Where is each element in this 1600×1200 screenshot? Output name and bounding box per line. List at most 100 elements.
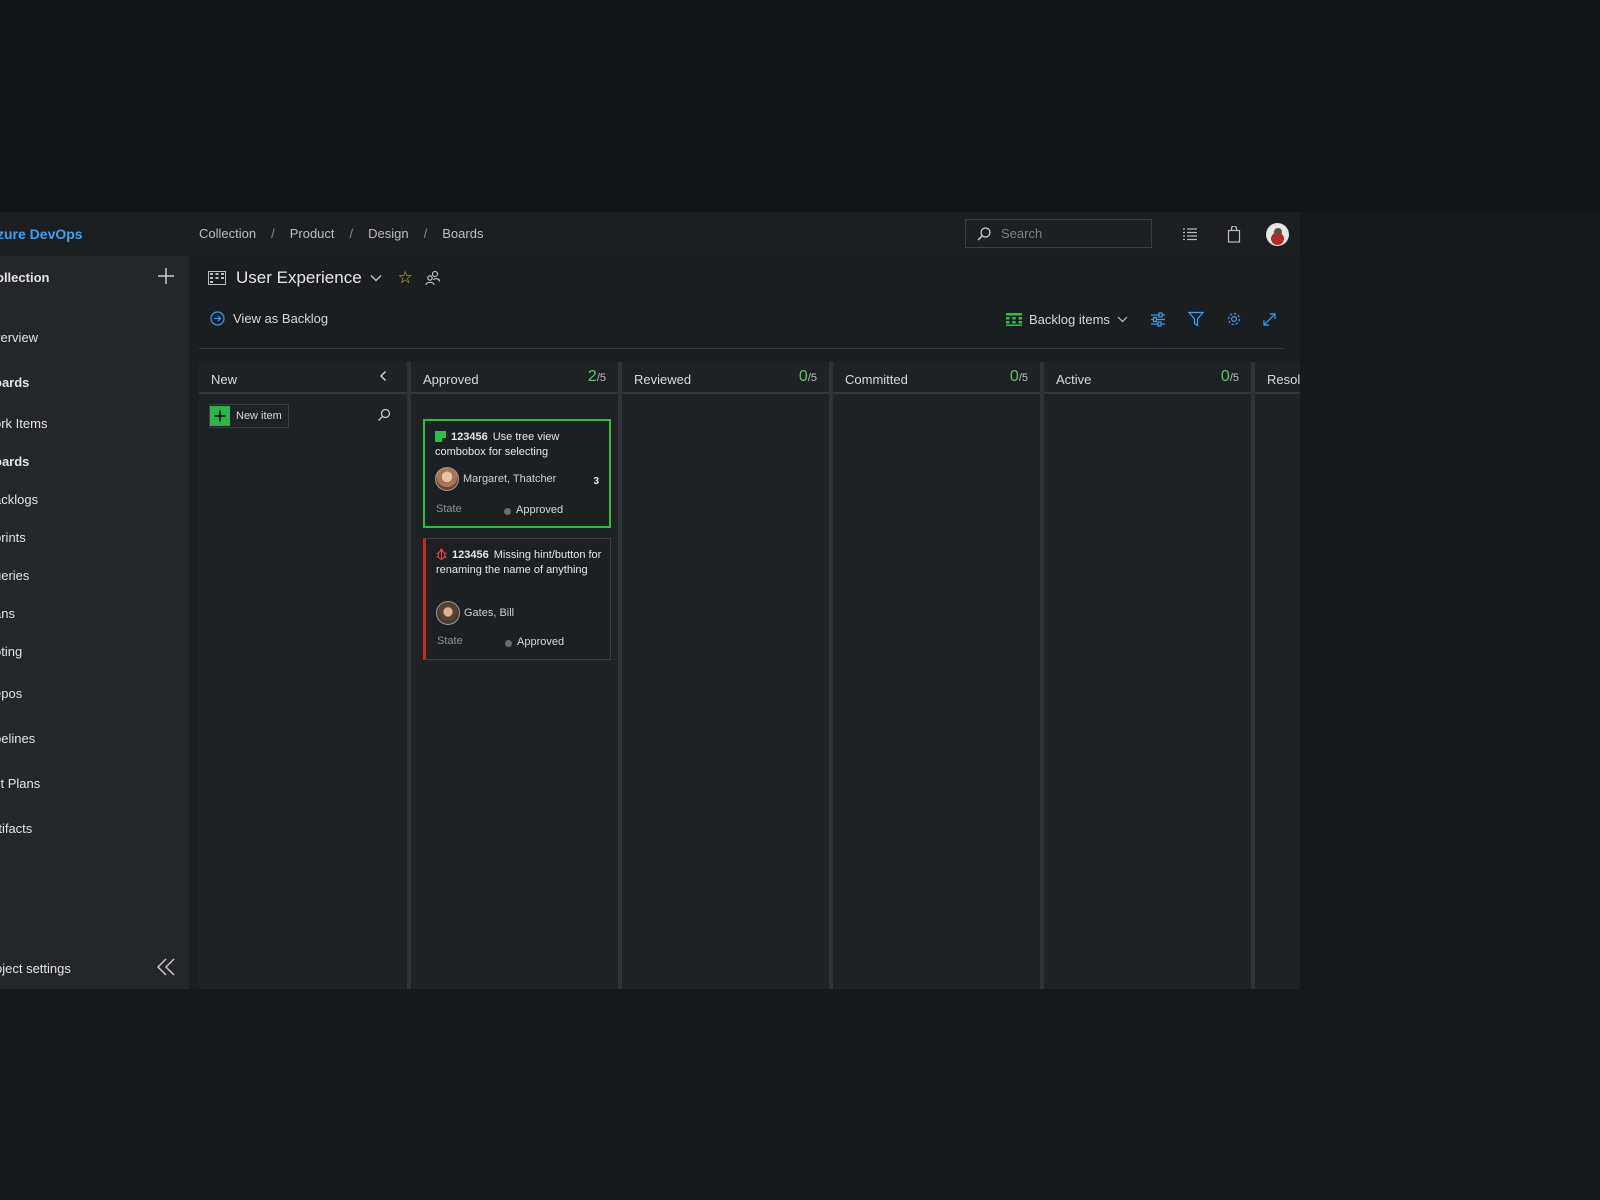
task-list-icon[interactable] xyxy=(1180,224,1200,244)
shopping-bag-icon[interactable] xyxy=(1224,224,1244,244)
gear-icon[interactable] xyxy=(1226,311,1242,327)
add-icon[interactable] xyxy=(156,266,176,286)
breadcrumb-product[interactable]: Product xyxy=(290,226,335,241)
team-members-icon[interactable] xyxy=(425,270,441,286)
backdrop-top xyxy=(0,0,1600,212)
state-field-label: State xyxy=(436,503,462,515)
column-title: New xyxy=(211,372,238,387)
child-count-badge: 3 xyxy=(593,476,599,487)
breadcrumb-separator: / xyxy=(349,226,354,241)
column-title: Active xyxy=(1056,372,1092,387)
column-title: Approved xyxy=(423,372,479,387)
board-icon xyxy=(208,271,226,285)
avatar xyxy=(435,467,459,491)
column-header: Reviewed 0/5 xyxy=(622,362,829,394)
column-title: Resolv xyxy=(1267,372,1300,387)
backdrop-bottom xyxy=(0,989,1600,1200)
arrow-circle-right-icon xyxy=(210,311,225,326)
sidebar-item-work-items[interactable]: ork Items xyxy=(0,416,47,431)
state-field-value[interactable]: Approved xyxy=(517,636,564,648)
work-item-card[interactable]: 123456 Missing hint/button for renaming t… xyxy=(423,538,611,660)
card-title: 123456 Use tree view combobox for selecti… xyxy=(435,431,560,458)
chevron-down-icon[interactable] xyxy=(370,274,382,282)
user-avatar[interactable] xyxy=(1266,223,1289,246)
search-icon xyxy=(977,226,991,240)
state-field-label: State xyxy=(437,635,463,647)
page-title[interactable]: User Experience xyxy=(236,268,362,288)
wip-count: 0/5 xyxy=(1220,368,1239,385)
column-resolved: Resolv xyxy=(1255,362,1300,989)
sidebar-item-pipelines[interactable]: pelines xyxy=(0,731,35,746)
collection-name[interactable]: ollection xyxy=(0,270,49,285)
state-field-value[interactable]: Approved xyxy=(516,504,563,516)
state-dot xyxy=(504,508,511,515)
backlog-item-icon xyxy=(435,431,446,442)
column-title: Committed xyxy=(845,372,908,387)
column-header: Resolv xyxy=(1255,362,1300,394)
wip-count: 0/5 xyxy=(798,368,817,385)
new-item-button[interactable]: New item xyxy=(209,404,289,428)
backlog-level-label: Backlog items xyxy=(1029,311,1110,327)
sidebar-item-overview[interactable]: verview xyxy=(0,330,38,345)
column-header: Active 0/5 xyxy=(1044,362,1251,394)
settings-sliders-icon[interactable] xyxy=(1150,311,1166,327)
chevron-left-icon[interactable] xyxy=(379,370,388,382)
search-icon[interactable] xyxy=(377,408,391,422)
column-header: New xyxy=(199,362,407,394)
sidebar-item-boards[interactable]: oards xyxy=(0,454,29,469)
filter-icon[interactable] xyxy=(1187,311,1204,327)
card-assignee[interactable]: Margaret, Thatcher xyxy=(463,473,556,485)
backlog-board-icon xyxy=(1006,312,1022,326)
avatar xyxy=(436,601,460,625)
sidebar-item-plans[interactable]: ans xyxy=(0,606,15,621)
sidebar-item-artifacts[interactable]: rtifacts xyxy=(0,821,32,836)
column-title: Reviewed xyxy=(634,372,692,387)
breadcrumb-separator: / xyxy=(423,226,428,241)
sidebar-item-voting[interactable]: oting xyxy=(0,644,22,659)
brand-logo-text[interactable]: zure DevOps xyxy=(0,226,83,242)
state-dot xyxy=(505,640,512,647)
wip-count: 0/5 xyxy=(1009,368,1028,385)
new-item-label: New item xyxy=(236,410,282,422)
backlog-level-selector[interactable]: Backlog items xyxy=(1006,312,1128,327)
project-settings-link[interactable]: oject settings xyxy=(0,961,71,976)
card-assignee[interactable]: Gates, Bill xyxy=(464,607,514,619)
view-as-backlog-link[interactable]: View as Backlog xyxy=(210,311,328,326)
search-input[interactable] xyxy=(999,225,1143,242)
column-active: Active 0/5 xyxy=(1044,362,1251,989)
top-bar: zure DevOps Collection / Product / Desig… xyxy=(0,212,1300,256)
sidebar: ollection verview oards ork Items oards … xyxy=(0,256,189,989)
column-new: New New item xyxy=(199,362,407,989)
breadcrumb: Collection / Product / Design / Boards xyxy=(199,226,483,241)
search-box[interactable] xyxy=(965,219,1152,248)
header-divider xyxy=(199,348,1283,349)
sidebar-item-sprints[interactable]: prints xyxy=(0,530,26,545)
kanban-board: New New item Approved 2/5 123456 Use tre… xyxy=(199,362,1300,989)
expand-fullscreen-icon[interactable] xyxy=(1262,312,1277,327)
sidebar-item-backlogs[interactable]: acklogs xyxy=(0,492,38,507)
column-header: Committed 0/5 xyxy=(833,362,1040,394)
sidebar-item-queries[interactable]: ueries xyxy=(0,568,29,583)
page-header: User Experience ☆ xyxy=(208,268,441,288)
column-header: Approved 2/5 xyxy=(411,362,618,394)
sidebar-item-repos[interactable]: epos xyxy=(0,686,22,701)
breadcrumb-boards[interactable]: Boards xyxy=(442,226,483,241)
card-title: 123456 Missing hint/button for renaming t… xyxy=(436,548,602,576)
breadcrumb-design[interactable]: Design xyxy=(368,226,408,241)
column-reviewed: Reviewed 0/5 xyxy=(622,362,829,989)
column-committed: Committed 0/5 xyxy=(833,362,1040,989)
wip-count: 2/5 xyxy=(587,368,606,385)
board-toolbar: Backlog items xyxy=(1006,311,1277,327)
collapse-sidebar-icon[interactable] xyxy=(155,956,177,978)
bug-icon xyxy=(436,548,447,560)
favorite-star-icon[interactable]: ☆ xyxy=(398,268,413,288)
sidebar-item-boards-section[interactable]: oards xyxy=(0,375,29,390)
column-approved: Approved 2/5 123456 Use tree view combobo… xyxy=(411,362,618,989)
chevron-down-icon xyxy=(1117,316,1128,322)
sidebar-item-test-plans[interactable]: st Plans xyxy=(0,776,40,791)
breadcrumb-separator: / xyxy=(271,226,275,241)
view-as-backlog-label: View as Backlog xyxy=(233,311,329,326)
work-item-card[interactable]: 123456 Use tree view combobox for selecti… xyxy=(423,419,611,528)
plus-icon xyxy=(210,406,230,426)
breadcrumb-collection[interactable]: Collection xyxy=(199,226,256,241)
